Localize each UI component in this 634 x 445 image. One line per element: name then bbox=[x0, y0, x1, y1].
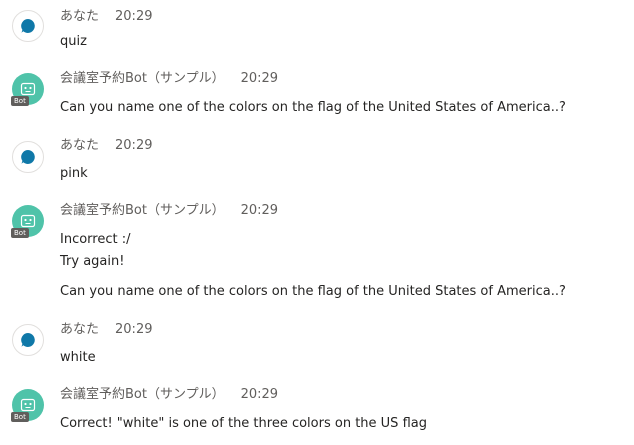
chat-transcript: あなた 20:29 quiz Bot 会議室予約Bot（サンプル） 20:29 Ca… bbox=[0, 0, 634, 445]
author-name: あなた bbox=[60, 9, 100, 24]
user-avatar-circle bbox=[12, 141, 44, 173]
message-text: quiz bbox=[60, 34, 87, 49]
avatar[interactable]: Bot bbox=[11, 389, 44, 422]
message-text: Correct! "white" is one of the three col… bbox=[60, 416, 427, 431]
message-header: あなた 20:29 bbox=[60, 322, 152, 338]
message-text: Try again! bbox=[60, 254, 125, 269]
message-header: あなた 20:29 bbox=[60, 9, 152, 25]
message-time: 20:29 bbox=[115, 138, 153, 153]
bot-badge: Bot bbox=[11, 412, 29, 422]
message-header: あなた 20:29 bbox=[60, 138, 152, 154]
avatar[interactable] bbox=[12, 324, 44, 356]
bot-face-icon bbox=[20, 398, 36, 412]
author-name: あなた bbox=[60, 322, 100, 337]
message-text: white bbox=[60, 350, 96, 365]
message-text: Can you name one of the colors on the fl… bbox=[60, 100, 566, 115]
user-avatar-circle bbox=[12, 10, 44, 42]
avatar[interactable]: Bot bbox=[11, 73, 44, 106]
message-time: 20:29 bbox=[115, 322, 153, 337]
message-header: 会議室予約Bot（サンプル） 20:29 bbox=[60, 203, 278, 219]
bot-badge: Bot bbox=[11, 228, 29, 238]
author-name: あなた bbox=[60, 138, 100, 153]
author-name: 会議室予約Bot（サンプル） bbox=[60, 71, 225, 86]
message-text: Incorrect :/ bbox=[60, 232, 131, 247]
bot-face-icon bbox=[20, 214, 36, 228]
user-circle-icon bbox=[21, 333, 35, 347]
author-name: 会議室予約Bot（サンプル） bbox=[60, 387, 225, 402]
user-circle-icon bbox=[21, 19, 35, 33]
user-avatar-circle bbox=[12, 324, 44, 356]
avatar[interactable] bbox=[12, 141, 44, 173]
message-text: pink bbox=[60, 166, 88, 181]
message-time: 20:29 bbox=[240, 203, 279, 218]
message-time: 20:29 bbox=[240, 387, 279, 402]
message-time: 20:29 bbox=[115, 9, 153, 24]
bot-face-icon bbox=[20, 82, 36, 96]
message-time: 20:29 bbox=[240, 71, 279, 86]
user-circle-icon bbox=[21, 150, 35, 164]
avatar[interactable]: Bot bbox=[11, 205, 44, 238]
bot-badge: Bot bbox=[11, 96, 29, 106]
avatar[interactable] bbox=[12, 10, 44, 42]
author-name: 会議室予約Bot（サンプル） bbox=[60, 203, 225, 218]
message-header: 会議室予約Bot（サンプル） 20:29 bbox=[60, 71, 278, 87]
message-text: Can you name one of the colors on the fl… bbox=[60, 284, 566, 299]
message-header: 会議室予約Bot（サンプル） 20:29 bbox=[60, 387, 278, 403]
